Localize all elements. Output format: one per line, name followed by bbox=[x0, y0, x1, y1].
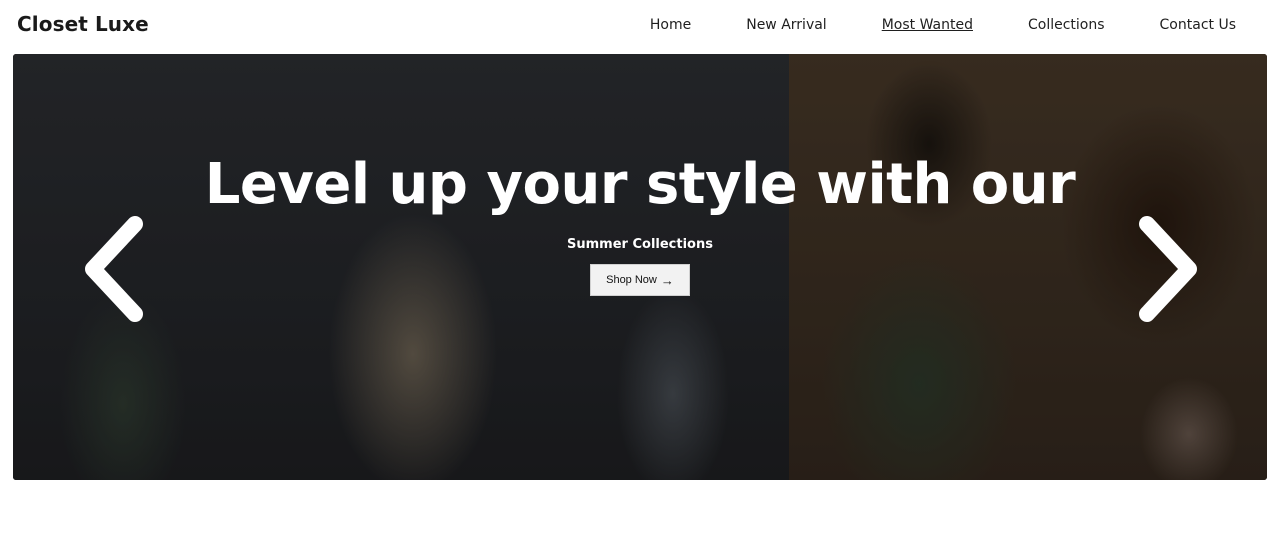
shop-now-button[interactable]: Shop Now → bbox=[590, 264, 690, 296]
carousel-next-button[interactable] bbox=[1133, 214, 1203, 324]
brand-logo[interactable]: Closet Luxe bbox=[17, 12, 149, 36]
hero-carousel: Level up your style with our Summer Coll… bbox=[13, 54, 1267, 480]
top-navigation: Closet Luxe Home New Arrival Most Wanted… bbox=[0, 0, 1280, 52]
chevron-left-icon bbox=[85, 216, 143, 322]
hero-title: Level up your style with our bbox=[204, 152, 1076, 217]
nav-collections[interactable]: Collections bbox=[1028, 17, 1105, 33]
nav-new-arrival[interactable]: New Arrival bbox=[746, 17, 826, 33]
nav-links: Home New Arrival Most Wanted Collections… bbox=[595, 17, 1236, 33]
hero-subtitle: Summer Collections bbox=[567, 237, 713, 252]
chevron-right-icon bbox=[1139, 216, 1197, 322]
shop-now-label: Shop Now bbox=[606, 274, 657, 286]
carousel-prev-button[interactable] bbox=[79, 214, 149, 324]
arrow-right-icon: → bbox=[660, 272, 674, 288]
nav-most-wanted[interactable]: Most Wanted bbox=[882, 17, 973, 33]
nav-home[interactable]: Home bbox=[650, 17, 691, 33]
nav-contact-us[interactable]: Contact Us bbox=[1160, 17, 1236, 33]
